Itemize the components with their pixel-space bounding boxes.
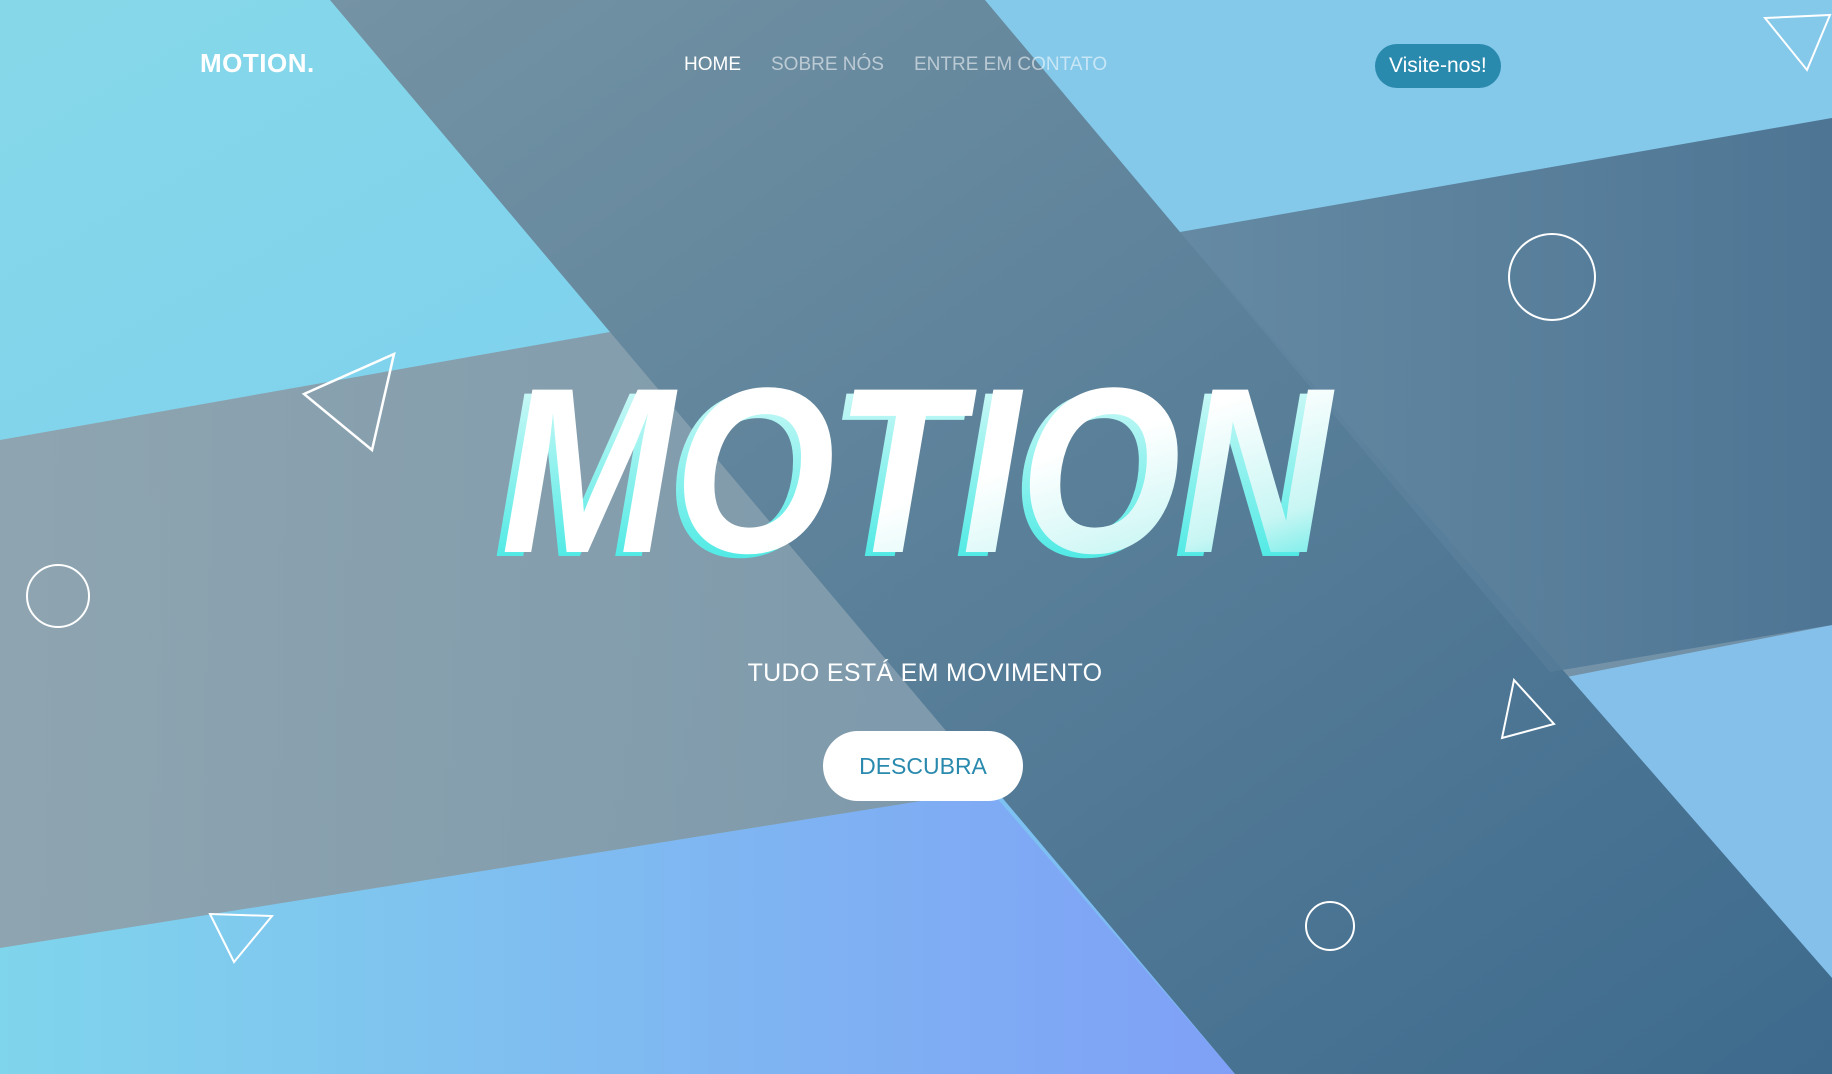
hero-tagline: TUDO ESTÁ EM MOVIMENTO xyxy=(747,659,1103,687)
nav-link-sobre-nos[interactable]: SOBRE NÓS xyxy=(771,54,884,76)
nav-link-home[interactable]: HOME xyxy=(684,54,741,76)
hero-title: MOTION MOTION xyxy=(0,339,1832,607)
logo[interactable]: MOTION. xyxy=(200,48,315,79)
navbar: MOTION. HOME SOBRE NÓS ENTRE EM CONTATO … xyxy=(0,0,1832,130)
nav-links: HOME SOBRE NÓS ENTRE EM CONTATO xyxy=(684,54,1107,76)
hero-title-graphic: MOTION MOTION xyxy=(493,339,1335,607)
discover-button[interactable]: DESCUBRA xyxy=(823,731,1023,801)
landing-page: MOTION. HOME SOBRE NÓS ENTRE EM CONTATO … xyxy=(0,0,1832,1074)
visit-us-button[interactable]: Visite-nos! xyxy=(1375,44,1501,88)
nav-link-entre-em-contato[interactable]: ENTRE EM CONTATO xyxy=(914,54,1107,76)
hero-title-text: MOTION xyxy=(501,360,1335,580)
circle-outline-icon xyxy=(1305,901,1355,951)
hero-section: MOTION. HOME SOBRE NÓS ENTRE EM CONTATO … xyxy=(0,0,1832,1074)
triangle-outline-icon xyxy=(208,912,275,964)
circle-outline-icon xyxy=(1508,233,1596,321)
